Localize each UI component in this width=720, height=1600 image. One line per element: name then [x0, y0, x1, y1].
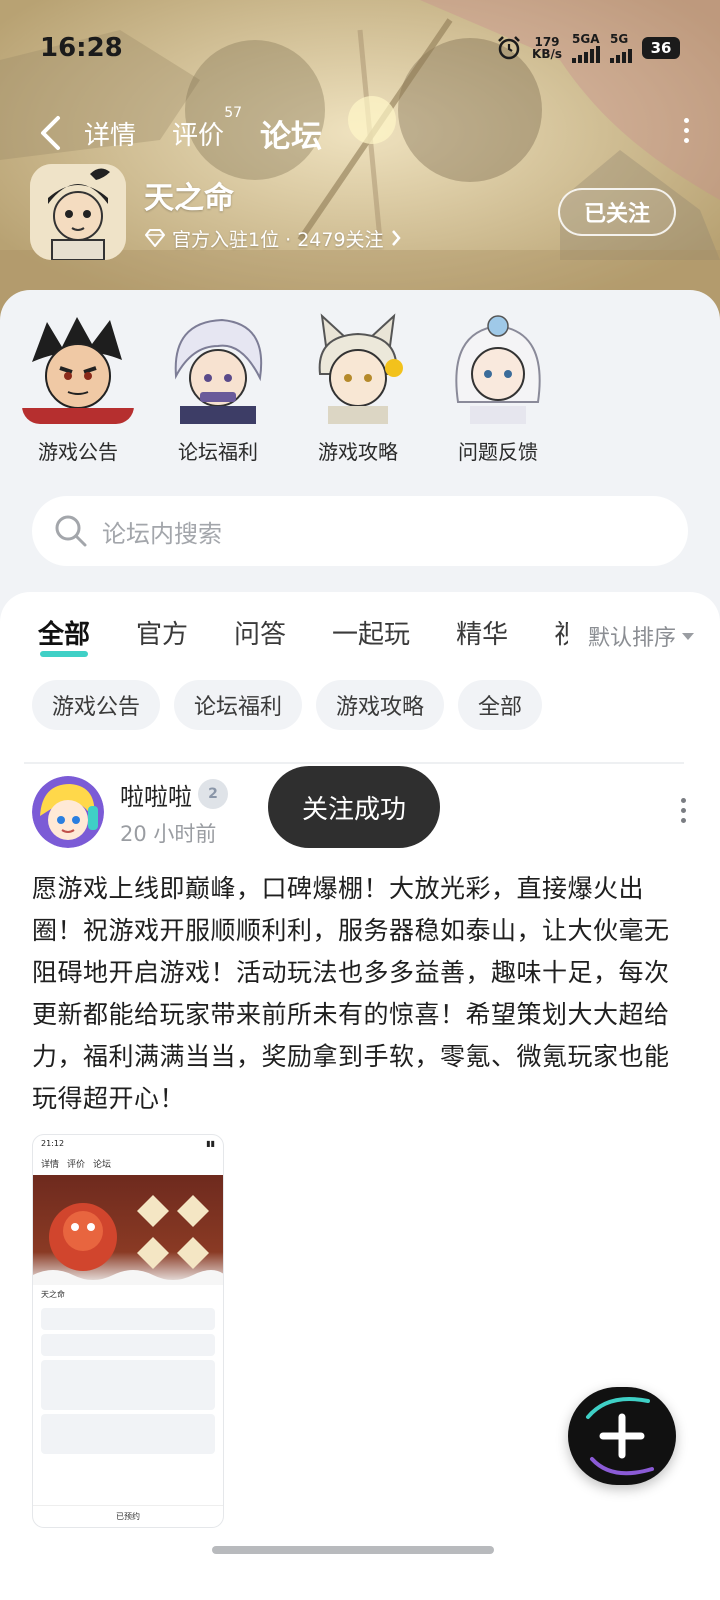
tab-details[interactable]: 详情: [84, 115, 136, 152]
author-name[interactable]: 啦啦啦: [120, 777, 192, 812]
network-type-2: 5G: [610, 32, 629, 46]
network-type-1: 5GA: [572, 32, 600, 46]
new-post-button[interactable]: [568, 1387, 676, 1485]
thumb-box: [41, 1334, 215, 1356]
diamond-icon: [145, 229, 165, 247]
thumb-battery-icon: ▮▮: [206, 1139, 215, 1148]
game-stats-link[interactable]: 官方入驻1位 · 2479关注: [144, 225, 558, 252]
tab-qa[interactable]: 问答: [234, 614, 286, 651]
top-nav: 详情 评价 57 论坛: [30, 105, 690, 158]
followed-button[interactable]: 已关注: [558, 188, 676, 236]
welfare-avatar-icon: [162, 312, 274, 424]
post-image[interactable]: 21:12 ▮▮ 详情 评价 论坛 天之命 已预约: [32, 1134, 224, 1528]
speed-unit: KB/s: [532, 47, 562, 61]
shortcut-guides[interactable]: 游戏攻略: [302, 312, 414, 465]
chip-all[interactable]: 全部: [458, 680, 543, 730]
tab-featured[interactable]: 精华: [456, 614, 508, 651]
game-title: 天之命: [144, 180, 234, 216]
tab-official[interactable]: 官方: [136, 614, 188, 651]
post-time: 20 小时前: [120, 821, 217, 846]
level-badge: 2: [198, 779, 228, 809]
forum-shortcut-panel: 游戏公告 论坛福利 游戏攻略 问题反馈 论坛内搜索: [0, 290, 720, 630]
chip-welfare[interactable]: 论坛福利: [174, 680, 303, 730]
thumb-bottom-bar: 已预约: [33, 1505, 223, 1527]
home-indicator[interactable]: [212, 1546, 494, 1554]
game-header: 天之命 官方入驻1位 · 2479关注 已关注: [30, 164, 676, 260]
thumb-box: [41, 1360, 215, 1410]
avatar[interactable]: [32, 776, 104, 848]
network-speed: 179 KB/s: [532, 36, 562, 60]
thumb-time: 21:12: [41, 1139, 65, 1148]
post-body: 愿游戏上线即巅峰，口碑爆棚！大放光彩，直接爆火出圈！祝游戏开服顺顺利利，服务器稳…: [32, 874, 670, 1113]
back-icon[interactable]: [30, 113, 70, 153]
chip-announcements[interactable]: 游戏公告: [32, 680, 161, 730]
signal-bars-icon: [610, 45, 632, 63]
chevron-right-icon: [391, 230, 401, 246]
sort-label: 默认排序: [587, 626, 676, 651]
shortcut-label: 游戏公告: [38, 440, 118, 464]
battery-icon: 36: [642, 37, 680, 59]
thumb-nav: 详情 评价 论坛: [33, 1153, 223, 1175]
thumb-tab: 评价: [67, 1160, 86, 1170]
tab-forum[interactable]: 论坛: [260, 111, 322, 156]
shortcut-announcements[interactable]: 游戏公告: [22, 312, 134, 465]
tab-play-together[interactable]: 一起玩: [332, 614, 410, 651]
tab-all[interactable]: 全部: [38, 614, 90, 657]
search-placeholder: 论坛内搜索: [102, 519, 222, 548]
feedback-avatar-icon: [442, 312, 554, 424]
status-time: 16:28: [40, 33, 123, 63]
tag-chips: 游戏公告 论坛福利 游戏攻略 全部: [32, 680, 543, 730]
game-icon[interactable]: [30, 164, 126, 260]
game-stats-text: 官方入驻1位 · 2479关注: [172, 228, 384, 251]
forum-search-bar[interactable]: 论坛内搜索: [32, 496, 688, 566]
divider: [24, 762, 684, 764]
post-more-icon[interactable]: [681, 798, 686, 823]
chip-guides[interactable]: 游戏攻略: [316, 680, 445, 730]
signal-2: 5G: [610, 33, 632, 63]
search-icon: [55, 515, 87, 547]
thumb-box: [41, 1308, 215, 1330]
signal-1: 5GA: [572, 33, 600, 63]
plus-icon: [586, 1397, 654, 1476]
sort-dropdown[interactable]: 默认排序: [577, 620, 694, 652]
thumb-status: 21:12 ▮▮: [33, 1135, 223, 1153]
dropdown-arrow-icon: [682, 632, 694, 640]
thumb-tab: 论坛: [93, 1160, 112, 1170]
shortcut-label: 游戏攻略: [318, 440, 398, 464]
alarm-icon: [498, 36, 520, 60]
tab-reviews[interactable]: 评价 57: [172, 105, 242, 152]
signal-bars-icon: [572, 45, 600, 63]
shortcut-label: 问题反馈: [458, 440, 538, 464]
thumb-game-name: 天之命: [41, 1290, 65, 1299]
shortcut-label: 论坛福利: [178, 440, 258, 464]
follow-success-toast: 关注成功: [268, 766, 440, 848]
guides-avatar-icon: [302, 312, 414, 424]
more-menu-icon[interactable]: [682, 118, 690, 143]
status-bar: 16:28 179 KB/s 5GA 5G 36: [40, 30, 680, 66]
announcements-avatar-icon: [22, 312, 134, 424]
shortcut-welfare[interactable]: 论坛福利: [162, 312, 274, 465]
shortcut-feedback[interactable]: 问题反馈: [442, 312, 554, 465]
tab-reviews-label: 评价: [172, 120, 225, 151]
game-banner: 16:28 179 KB/s 5GA 5G 36 详情 评价 57 论坛 天之命…: [0, 0, 720, 330]
shortcut-grid: 游戏公告 论坛福利 游戏攻略 问题反馈: [22, 312, 554, 465]
reviews-count-badge: 57: [224, 104, 243, 121]
thumb-tab: 详情: [41, 1160, 60, 1170]
tab-forum-label: 论坛: [260, 118, 323, 155]
thumb-box: [41, 1414, 215, 1454]
status-icons: 179 KB/s 5GA 5G 36: [496, 33, 680, 63]
thumb-banner: [33, 1175, 223, 1285]
thumb-reserved-label: 已预约: [116, 1512, 140, 1521]
tab-video[interactable]: 视频: [554, 614, 568, 651]
tab-details-label: 详情: [84, 120, 137, 151]
